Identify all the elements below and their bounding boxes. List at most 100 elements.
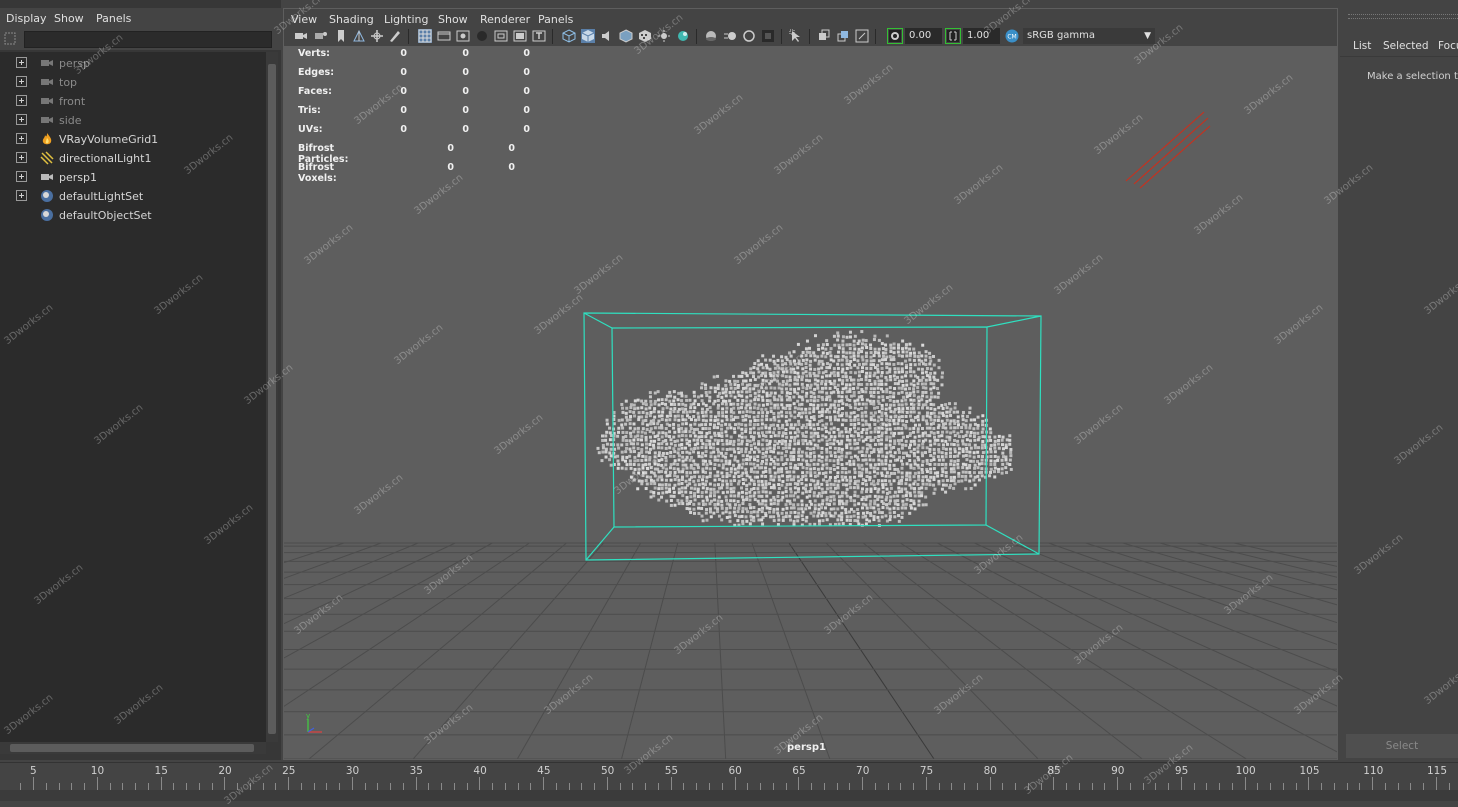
wireframe-on-shaded-icon[interactable] bbox=[619, 29, 633, 43]
cloud-voxel bbox=[945, 406, 949, 410]
cloud-voxel bbox=[748, 431, 752, 435]
cloud-voxel bbox=[873, 510, 877, 514]
viewport-menu-view[interactable]: View bbox=[291, 13, 317, 26]
outliner-menu-show[interactable]: Show bbox=[54, 12, 84, 25]
outliner-item-persp1[interactable]: persp1 bbox=[0, 168, 266, 187]
time-tick bbox=[747, 783, 749, 790]
cloud-voxel bbox=[629, 475, 633, 479]
outliner-menu-display[interactable]: Display bbox=[6, 12, 47, 25]
smooth-shade-icon[interactable] bbox=[581, 29, 595, 43]
grid-icon[interactable] bbox=[418, 29, 432, 43]
cloud-voxel bbox=[936, 426, 940, 430]
time-slider[interactable]: 5 10 15 20 25 30 35 40 45 50 55 60 65 70 75 80 85 90 95 100… bbox=[0, 762, 1458, 801]
expand-icon[interactable] bbox=[16, 95, 27, 106]
xray-icon[interactable] bbox=[817, 29, 831, 43]
expand-icon[interactable] bbox=[16, 57, 27, 68]
cloud-voxel bbox=[925, 426, 929, 430]
panel-grip[interactable] bbox=[1348, 14, 1458, 19]
cloud-voxel bbox=[756, 367, 760, 371]
cloud-voxel bbox=[876, 479, 880, 483]
anti-aliasing-icon[interactable] bbox=[742, 29, 756, 43]
use-all-lights-icon[interactable] bbox=[657, 29, 671, 43]
gamma-field[interactable]: 1.00 bbox=[963, 28, 1000, 44]
viewport-menu-shading[interactable]: Shading bbox=[329, 13, 374, 26]
grease-pencil-icon[interactable] bbox=[388, 29, 402, 43]
image-plane-icon[interactable] bbox=[352, 29, 366, 43]
scrollbar-thumb[interactable] bbox=[10, 744, 254, 752]
expand-icon[interactable] bbox=[16, 133, 27, 144]
shadows-icon[interactable] bbox=[676, 29, 690, 43]
2d-pan-zoom-icon[interactable] bbox=[370, 29, 384, 43]
cloud-voxel bbox=[748, 383, 752, 387]
outliner-vertical-scrollbar[interactable] bbox=[266, 52, 278, 742]
view-transform-select[interactable]: sRGB gamma ▼ bbox=[1023, 28, 1155, 44]
cloud-voxel bbox=[832, 334, 836, 338]
cloud-voxel bbox=[804, 430, 808, 434]
cloud-voxel bbox=[760, 462, 764, 466]
cloud-voxel bbox=[805, 378, 809, 382]
use-default-material-icon[interactable] bbox=[600, 29, 614, 43]
cloud-voxel bbox=[860, 471, 864, 475]
outliner-item-vrayvolumegrid1[interactable]: VRayVolumeGrid1 bbox=[0, 130, 266, 149]
filter-icon[interactable] bbox=[4, 32, 16, 45]
expand-icon[interactable] bbox=[16, 152, 27, 163]
field-chart-icon[interactable] bbox=[494, 29, 508, 43]
expand-icon[interactable] bbox=[16, 76, 27, 87]
cloud-voxel bbox=[940, 451, 944, 455]
cloud-voxel bbox=[949, 479, 953, 483]
outliner-menu-panels[interactable]: Panels bbox=[96, 12, 131, 25]
viewport-menu-renderer[interactable]: Renderer bbox=[480, 13, 530, 26]
camera-attributes-icon[interactable] bbox=[314, 29, 328, 43]
cloud-voxel bbox=[672, 486, 676, 490]
outliner-item-defaultobjectset[interactable]: defaultObjectSet bbox=[0, 206, 266, 225]
cloud-voxel bbox=[949, 414, 953, 418]
cloud-voxel bbox=[1008, 438, 1012, 442]
color-management-icon[interactable]: CM bbox=[1005, 29, 1019, 43]
xray-components-icon[interactable] bbox=[855, 29, 869, 43]
depth-of-field-icon[interactable] bbox=[761, 29, 775, 43]
film-gate-icon[interactable] bbox=[437, 29, 451, 43]
motion-blur-icon[interactable] bbox=[723, 29, 737, 43]
gamma-icon[interactable] bbox=[945, 28, 961, 44]
cloud-voxel bbox=[773, 498, 777, 502]
safe-action-icon[interactable] bbox=[513, 29, 527, 43]
outliner-item-side[interactable]: side bbox=[0, 111, 266, 130]
tab-selected[interactable]: Selected bbox=[1383, 40, 1429, 52]
viewport-menu-show[interactable]: Show bbox=[438, 13, 468, 26]
cloud-voxel bbox=[744, 507, 748, 511]
expand-icon[interactable] bbox=[16, 114, 27, 125]
tab-focus[interactable]: Focu bbox=[1438, 40, 1458, 52]
wireframe-icon[interactable] bbox=[562, 29, 576, 43]
select-button[interactable]: Select bbox=[1346, 734, 1458, 758]
time-range-bar[interactable] bbox=[0, 790, 1458, 801]
exposure-icon[interactable] bbox=[887, 28, 903, 44]
outliner-item-defaultlightset[interactable]: defaultLightSet bbox=[0, 187, 266, 206]
viewport-menu-panels[interactable]: Panels bbox=[538, 13, 573, 26]
textured-icon[interactable] bbox=[638, 29, 652, 43]
outliner-item-top[interactable]: top bbox=[0, 73, 266, 92]
outliner-item-front[interactable]: front bbox=[0, 92, 266, 111]
expand-icon[interactable] bbox=[16, 190, 27, 201]
resolution-gate-icon[interactable] bbox=[456, 29, 470, 43]
xray-joints-icon[interactable] bbox=[836, 29, 850, 43]
outliner-item-directionallight1[interactable]: directionalLight1 bbox=[0, 149, 266, 168]
cloud-voxel bbox=[741, 510, 745, 514]
safe-title-icon[interactable] bbox=[532, 29, 546, 43]
screen-space-ao-icon[interactable] bbox=[704, 29, 718, 43]
exposure-field[interactable]: 0.00 bbox=[905, 28, 942, 44]
outliner-search-input[interactable] bbox=[24, 31, 272, 48]
isolate-select-icon[interactable] bbox=[789, 29, 803, 43]
select-camera-icon[interactable] bbox=[294, 29, 308, 43]
scrollbar-thumb[interactable] bbox=[268, 64, 276, 734]
outliner-horizontal-scrollbar[interactable] bbox=[0, 742, 266, 754]
cloud-voxel bbox=[608, 458, 612, 462]
viewport-menu-lighting[interactable]: Lighting bbox=[384, 13, 428, 26]
tab-list[interactable]: List bbox=[1353, 40, 1371, 52]
cloud-voxel bbox=[829, 454, 833, 458]
bookmark-icon[interactable] bbox=[334, 29, 348, 43]
expand-icon[interactable] bbox=[16, 171, 27, 182]
cloud-voxel bbox=[905, 471, 909, 475]
cloud-voxel bbox=[836, 475, 840, 479]
outliner-item-persp[interactable]: persp bbox=[0, 54, 266, 73]
gate-mask-icon[interactable] bbox=[475, 29, 489, 43]
